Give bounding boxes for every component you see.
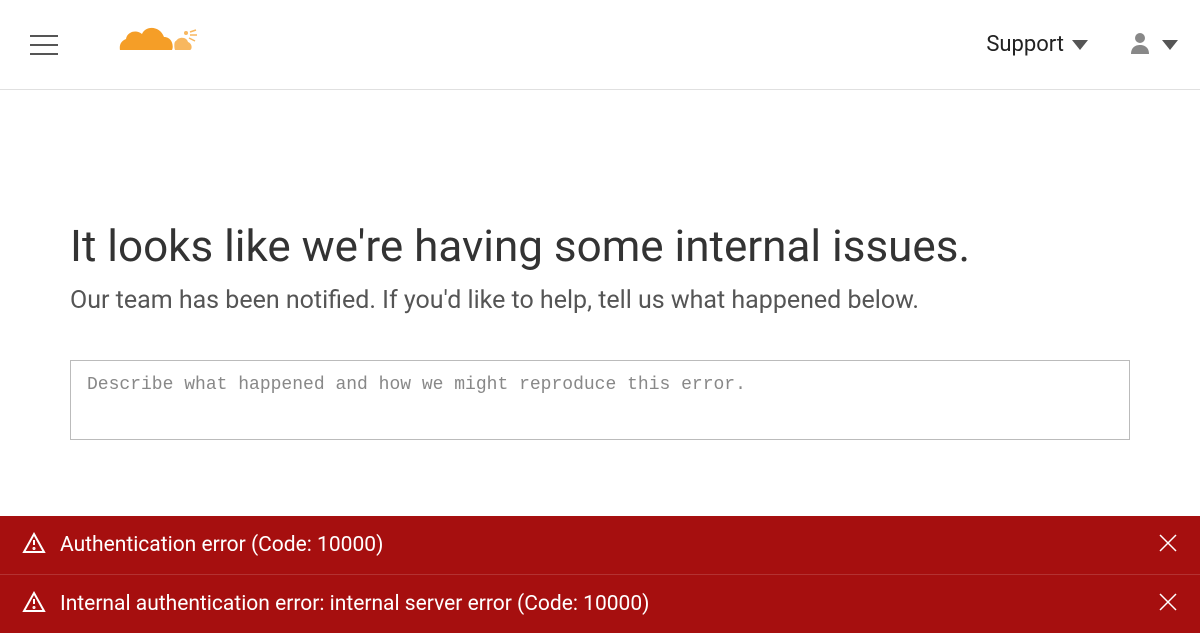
close-icon[interactable] (1158, 592, 1178, 616)
user-icon (1128, 31, 1152, 59)
chevron-down-icon (1072, 40, 1088, 50)
hamburger-line (30, 53, 58, 55)
alerts-container: Authentication error (Code: 10000) Inter… (0, 516, 1200, 633)
page-heading: It looks like we're having some internal… (70, 220, 1130, 272)
warning-icon (22, 590, 46, 618)
alert-banner: Authentication error (Code: 10000) (0, 516, 1200, 575)
cloudflare-logo[interactable] (116, 24, 198, 66)
close-icon[interactable] (1158, 533, 1178, 557)
page-subheading: Our team has been notified. If you'd lik… (70, 286, 1130, 315)
main-content: It looks like we're having some internal… (0, 90, 1200, 444)
warning-icon (22, 531, 46, 559)
header: Support (0, 0, 1200, 90)
chevron-down-icon (1162, 40, 1178, 50)
error-description-input[interactable] (70, 360, 1130, 440)
hamburger-menu-button[interactable] (22, 27, 66, 63)
hamburger-line (30, 35, 58, 37)
alert-text: Internal authentication error: internal … (60, 592, 1158, 616)
support-label: Support (986, 32, 1064, 57)
support-dropdown[interactable]: Support (986, 32, 1088, 57)
hamburger-line (30, 44, 58, 46)
alert-banner: Internal authentication error: internal … (0, 575, 1200, 633)
alert-text: Authentication error (Code: 10000) (60, 533, 1158, 557)
user-dropdown[interactable] (1128, 31, 1178, 59)
